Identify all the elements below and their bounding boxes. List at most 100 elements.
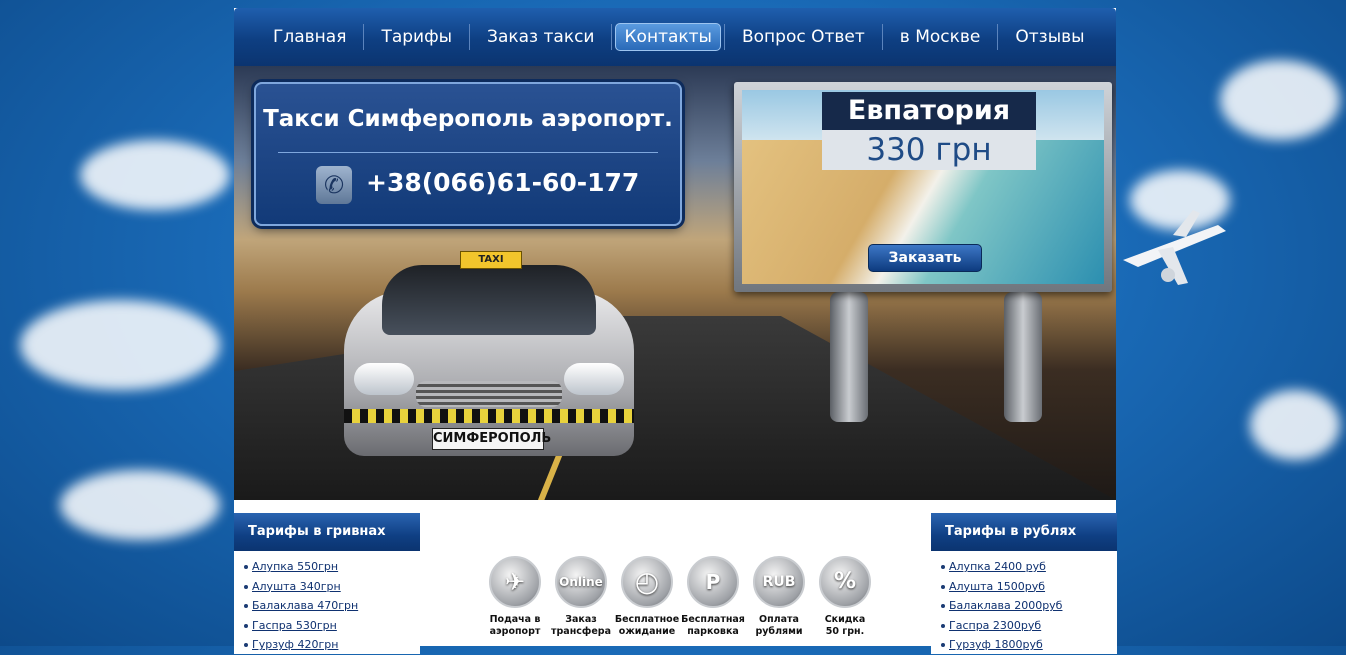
list-item: Алупка 2400 руб bbox=[941, 557, 1117, 577]
car-windshield bbox=[382, 265, 596, 335]
background-cloud bbox=[60, 470, 220, 540]
page-container: Главная Тарифы Заказ такси Контакты Вопр… bbox=[234, 8, 1117, 654]
feature-line: Заказ bbox=[565, 614, 597, 625]
nav-separator bbox=[469, 24, 471, 50]
feature-label: Бесплатная парковка bbox=[680, 614, 746, 638]
list-item: Балаклава 2000руб bbox=[941, 596, 1117, 616]
nav-item-tariffs[interactable]: Тарифы bbox=[367, 23, 466, 51]
list-item: Гаспра 2300руб bbox=[941, 616, 1117, 636]
online-icon: Online bbox=[555, 556, 607, 608]
tariffs-uah-panel: Тарифы в гривнах Алупка 550грн Алушта 34… bbox=[234, 513, 420, 654]
background-cloud bbox=[1250, 390, 1340, 460]
billboard-post bbox=[830, 292, 868, 422]
bullet-icon bbox=[941, 565, 945, 569]
tariff-link[interactable]: Алупка 550грн bbox=[252, 560, 338, 573]
feature-line: ожидание bbox=[618, 626, 676, 637]
feature-line: Бесплатная bbox=[681, 614, 745, 625]
tariff-link[interactable]: Гурзуф 420грн bbox=[252, 638, 338, 651]
nav-separator bbox=[881, 24, 883, 50]
tariff-link[interactable]: Алушта 1500руб bbox=[949, 580, 1045, 593]
airplane-icon: ✈ bbox=[489, 556, 541, 608]
taxi-car-image: TAXI СИМФЕРОПОЛЬ bbox=[344, 251, 634, 461]
list-item: Алупка 550грн bbox=[244, 557, 420, 577]
tariff-link[interactable]: Алушта 340грн bbox=[252, 580, 341, 593]
bullet-icon bbox=[941, 623, 945, 628]
divider bbox=[278, 152, 658, 153]
bullet-icon bbox=[244, 643, 248, 648]
car-grille bbox=[416, 381, 562, 407]
feature-line: 50 грн. bbox=[825, 626, 865, 637]
list-item: Балаклава 470грн bbox=[244, 596, 420, 616]
clock-icon: ◴ bbox=[621, 556, 673, 608]
billboard: Евпатория 330 грн Заказать bbox=[734, 82, 1112, 292]
nav-item-home[interactable]: Главная bbox=[259, 23, 360, 51]
billboard-post bbox=[1004, 292, 1042, 422]
license-plate: СИМФЕРОПОЛЬ bbox=[432, 428, 551, 450]
beach-image: Евпатория 330 грн Заказать bbox=[742, 90, 1104, 284]
list-item: Алушта 1500руб bbox=[941, 577, 1117, 597]
nav-separator bbox=[363, 24, 365, 50]
list-item: Гаспра 530грн bbox=[244, 616, 420, 636]
background-cloud bbox=[20, 300, 220, 390]
rub-icon: RUB bbox=[753, 556, 805, 608]
feature-line: рублями bbox=[755, 626, 803, 637]
feature-line: Скидка bbox=[824, 614, 866, 625]
headlight bbox=[354, 363, 414, 395]
billboard-city: Евпатория bbox=[822, 92, 1036, 130]
tariff-link[interactable]: Гурзуф 1800руб bbox=[949, 638, 1043, 651]
tariff-link[interactable]: Балаклава 2000руб bbox=[949, 599, 1062, 612]
feature-line: аэропорт bbox=[489, 626, 541, 637]
nav-separator bbox=[997, 24, 999, 50]
feature-parking: P Бесплатная парковка bbox=[680, 556, 746, 638]
list-item: Гурзуф 1800руб bbox=[941, 635, 1117, 655]
bullet-icon bbox=[244, 604, 248, 609]
airplane-image bbox=[1118, 205, 1228, 295]
tariff-link[interactable]: Гаспра 2300руб bbox=[949, 619, 1041, 632]
nav-separator bbox=[723, 24, 725, 50]
tariff-list: Алупка 550грн Алушта 340грн Балаклава 47… bbox=[234, 557, 420, 655]
phone-icon: ✆ bbox=[316, 166, 352, 204]
bullet-icon bbox=[244, 623, 248, 628]
feature-label: Бесплатное ожидание bbox=[614, 614, 680, 638]
background-cloud bbox=[1220, 60, 1340, 140]
feature-online: Online Заказ трансфера bbox=[548, 556, 614, 638]
nav-item-moscow[interactable]: в Москве bbox=[886, 23, 995, 51]
panel-title: Тарифы в гривнах bbox=[234, 513, 420, 551]
feature-line: парковка bbox=[687, 626, 739, 637]
taxi-sign: TAXI bbox=[460, 251, 522, 269]
nav-item-contacts[interactable]: Контакты bbox=[615, 23, 721, 51]
feature-line: трансфера bbox=[551, 626, 611, 637]
feature-discount: % Скидка 50 грн. bbox=[812, 556, 878, 638]
tariff-link[interactable]: Алупка 2400 руб bbox=[949, 560, 1046, 573]
nav-item-reviews[interactable]: Отзывы bbox=[1001, 23, 1098, 51]
list-item: Алушта 340грн bbox=[244, 577, 420, 597]
parking-icon: P bbox=[687, 556, 739, 608]
bullet-icon bbox=[244, 584, 248, 589]
billboard-price: 330 грн bbox=[822, 130, 1036, 170]
order-button[interactable]: Заказать bbox=[868, 244, 982, 272]
feature-waiting: ◴ Бесплатное ожидание bbox=[614, 556, 680, 638]
nav-item-order-taxi[interactable]: Заказ такси bbox=[473, 23, 608, 51]
feature-rubles: RUB Оплата рублями bbox=[746, 556, 812, 638]
tariff-link[interactable]: Гаспра 530грн bbox=[252, 619, 337, 632]
bullet-icon bbox=[941, 604, 945, 609]
hero-title-box: Такси Симферополь аэропорт. ✆ +38(066)61… bbox=[254, 82, 682, 226]
feature-label: Оплата рублями bbox=[746, 614, 812, 638]
hero-banner: Такси Симферополь аэропорт. ✆ +38(066)61… bbox=[234, 66, 1116, 500]
feature-label: Подача в аэропорт bbox=[482, 614, 548, 638]
checker-stripe bbox=[344, 409, 634, 423]
feature-label: Заказ трансфера bbox=[548, 614, 614, 638]
bullet-icon bbox=[941, 643, 945, 648]
nav-separator bbox=[611, 24, 613, 50]
phone-number[interactable]: +38(066)61-60-177 bbox=[366, 168, 639, 197]
tariff-link[interactable]: Балаклава 470грн bbox=[252, 599, 358, 612]
main-nav: Главная Тарифы Заказ такси Контакты Вопр… bbox=[234, 8, 1116, 66]
tariff-list: Алупка 2400 руб Алушта 1500руб Балаклава… bbox=[931, 557, 1117, 655]
panel-title: Тарифы в рублях bbox=[931, 513, 1117, 551]
bullet-icon bbox=[244, 565, 248, 569]
features-row: ✈ Подача в аэропорт Online Заказ трансфера… bbox=[482, 556, 882, 654]
feature-line: Подача в bbox=[489, 614, 541, 625]
feature-label: Скидка 50 грн. bbox=[812, 614, 878, 638]
nav-item-faq[interactable]: Вопрос Ответ bbox=[728, 23, 879, 51]
feature-airport: ✈ Подача в аэропорт bbox=[482, 556, 548, 638]
